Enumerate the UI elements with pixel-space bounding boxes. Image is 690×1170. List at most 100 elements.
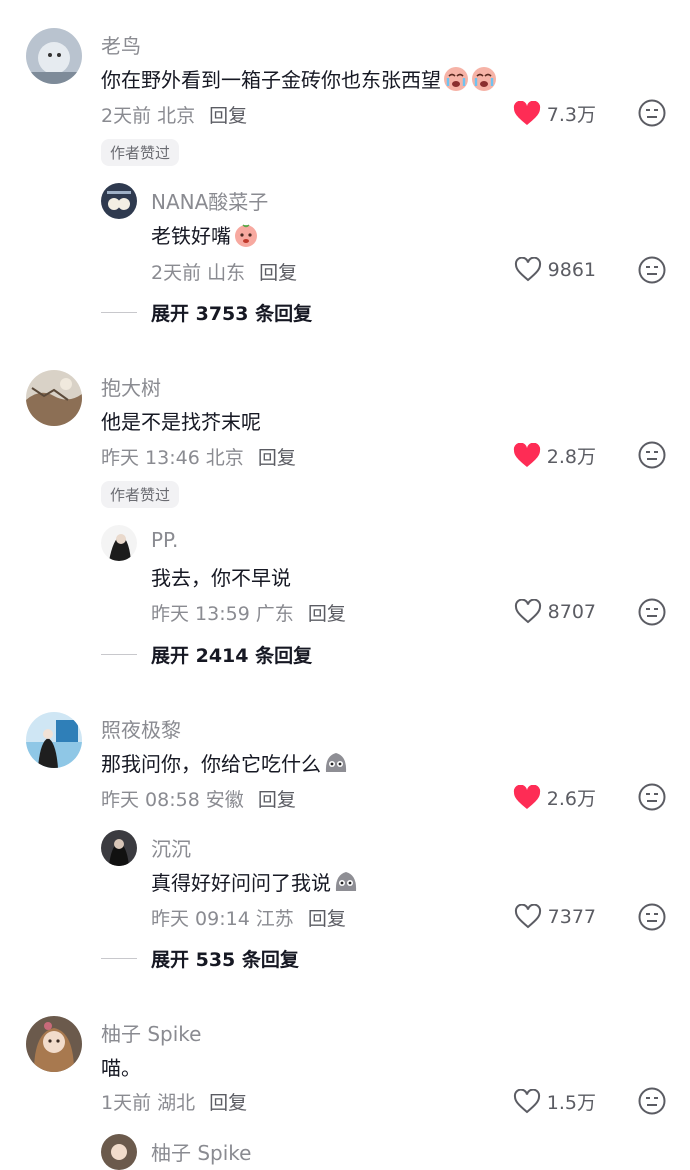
comment-text: 你在野外看到一箱子金砖你也东张西望	[101, 64, 497, 93]
comment-meta: 2天前 北京 回复	[101, 101, 247, 128]
reply-meta: 昨天 09:14 江苏 回复	[151, 904, 346, 931]
author-liked-badge: 作者赞过	[101, 139, 180, 166]
like-count: 7.3万	[546, 104, 596, 126]
like-button[interactable]: 7.3万	[513, 100, 596, 127]
reply-username[interactable]: NANA酸菜子	[151, 186, 268, 215]
crying-face-icon	[443, 66, 469, 92]
reply-username[interactable]: PP.	[151, 528, 178, 552]
dislike-button[interactable]	[638, 441, 666, 469]
username[interactable]: 抱大树	[101, 372, 161, 401]
reply-button[interactable]: 回复	[308, 603, 346, 625]
comment-text-content: 那我问你，你给它吃什么	[101, 752, 321, 776]
like-count: 2.8万	[546, 446, 596, 468]
reply-avatar[interactable]	[101, 525, 137, 561]
dislike-button[interactable]	[638, 903, 666, 931]
expand-replies-button[interactable]: 展开 2414 条回复	[101, 641, 312, 668]
gray-blob-face-icon	[323, 750, 349, 776]
like-count: 2.6万	[546, 788, 596, 810]
divider-line	[101, 312, 137, 313]
dislike-button[interactable]	[638, 783, 666, 811]
reply-location: 山东	[207, 262, 246, 284]
reply-meta: 昨天 13:59 广东 回复	[151, 599, 346, 626]
comment-text: 他是不是找芥末呢	[101, 410, 261, 434]
heart-outline-icon	[514, 257, 541, 282]
reply-button[interactable]: 回复	[209, 105, 247, 127]
expand-replies-label: 展开 3753 条回复	[151, 303, 313, 325]
avatar[interactable]	[26, 28, 82, 84]
heart-filled-icon	[513, 442, 540, 467]
dislike-button[interactable]	[638, 598, 666, 626]
divider-line	[101, 958, 137, 959]
avatar[interactable]	[26, 712, 82, 768]
reply-text-content: 老铁好嘴	[151, 224, 231, 248]
comment-location: 北京	[157, 105, 196, 127]
like-count: 8707	[547, 601, 596, 623]
like-button[interactable]: 9861	[514, 257, 596, 283]
reply-text: 我去，你不早说	[151, 566, 291, 590]
reply-location: 广东	[255, 603, 294, 625]
username[interactable]: 老鸟	[101, 30, 141, 59]
expand-replies-label: 展开 2414 条回复	[151, 645, 313, 667]
comment-location: 湖北	[157, 1092, 196, 1114]
heart-filled-icon	[513, 100, 540, 125]
comment-time: 1天前	[101, 1092, 152, 1114]
heart-outline-icon	[514, 904, 541, 929]
heart-filled-icon	[513, 784, 540, 809]
like-button[interactable]: 7377	[514, 904, 596, 930]
reply-username[interactable]: 柚子 Spike	[151, 1137, 251, 1166]
comment-meta: 1天前 湖北 回复	[101, 1088, 247, 1115]
comment-location: 北京	[205, 447, 244, 469]
reply-time: 昨天 13:59	[151, 603, 250, 625]
reply-username[interactable]: 沉沉	[151, 833, 191, 862]
like-button[interactable]: 8707	[514, 599, 596, 625]
crying-face-icon	[471, 66, 497, 92]
reply-avatar[interactable]	[101, 183, 137, 219]
comment-text-content: 你在野外看到一箱子金砖你也东张西望	[101, 68, 441, 92]
avatar[interactable]	[26, 1016, 82, 1072]
expand-replies-button[interactable]: 展开 3753 条回复	[101, 299, 312, 326]
reply-avatar[interactable]	[101, 830, 137, 866]
dislike-button[interactable]	[638, 256, 666, 284]
reply-time: 昨天 09:14	[151, 908, 250, 930]
peach-face-icon	[233, 222, 259, 248]
meh-face-icon	[638, 1087, 666, 1115]
reply-button[interactable]: 回复	[209, 1092, 247, 1114]
expand-replies-label: 展开 535 条回复	[151, 949, 299, 971]
meh-face-icon	[638, 441, 666, 469]
author-liked-badge: 作者赞过	[101, 481, 180, 508]
reply-button[interactable]: 回复	[308, 908, 346, 930]
comment-text: 喵。	[101, 1056, 141, 1080]
meh-face-icon	[638, 99, 666, 127]
reply-text: 老铁好嘴	[151, 220, 259, 249]
heart-outline-icon	[513, 1088, 540, 1113]
dislike-button[interactable]	[638, 99, 666, 127]
meh-face-icon	[638, 903, 666, 931]
avatar[interactable]	[26, 370, 82, 426]
dislike-button[interactable]	[638, 1087, 666, 1115]
comment-time: 昨天 13:46	[101, 447, 200, 469]
reply-button[interactable]: 回复	[258, 789, 296, 811]
username[interactable]: 柚子 Spike	[101, 1018, 201, 1047]
meh-face-icon	[638, 256, 666, 284]
expand-replies-button[interactable]: 展开 535 条回复	[101, 945, 299, 972]
like-button[interactable]: 2.6万	[513, 784, 596, 811]
reply-button[interactable]: 回复	[259, 262, 297, 284]
comment-location: 安徽	[205, 789, 244, 811]
comment-time: 昨天 08:58	[101, 789, 200, 811]
reply-text-content: 真得好好问问了我说	[151, 871, 331, 895]
comment-text: 那我问你，你给它吃什么	[101, 748, 349, 777]
meh-face-icon	[638, 598, 666, 626]
gray-blob-face-icon	[333, 869, 359, 895]
like-button[interactable]: 1.5万	[513, 1088, 596, 1115]
username[interactable]: 照夜极黎	[101, 714, 181, 743]
comment-meta: 昨天 13:46 北京 回复	[101, 443, 296, 470]
comment-meta: 昨天 08:58 安徽 回复	[101, 785, 296, 812]
comment-time: 2天前	[101, 105, 152, 127]
reply-button[interactable]: 回复	[258, 447, 296, 469]
like-count: 7377	[547, 906, 596, 928]
meh-face-icon	[638, 783, 666, 811]
divider-line	[101, 654, 137, 655]
like-button[interactable]: 2.8万	[513, 442, 596, 469]
reply-avatar[interactable]	[101, 1134, 137, 1170]
reply-time: 2天前	[151, 262, 202, 284]
